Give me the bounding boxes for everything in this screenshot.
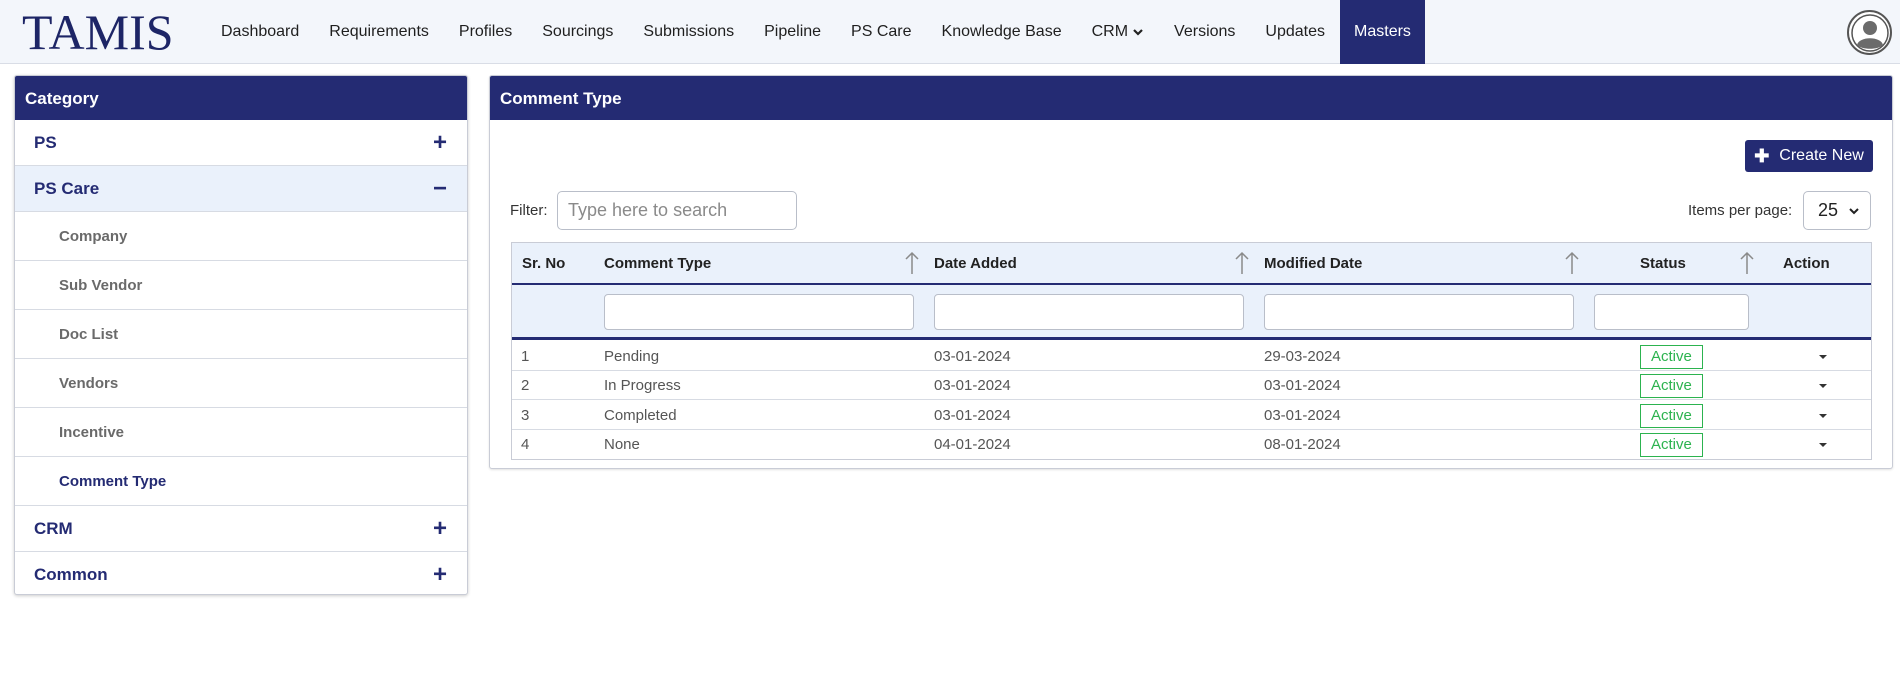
cell-comment-type: None [604, 436, 640, 453]
nav-submissions[interactable]: Submissions [628, 0, 749, 64]
nav-sourcings[interactable]: Sourcings [527, 0, 628, 64]
cell-date-added: 04-01-2024 [934, 436, 1011, 453]
chevron-down-icon [1133, 29, 1143, 36]
category-crm[interactable]: CRM + [15, 506, 467, 552]
user-avatar[interactable] [1847, 10, 1892, 55]
cell-comment-type: Completed [604, 407, 677, 424]
table-row: 1 Pending 03-01-2024 29-03-2024 Active [512, 342, 1871, 371]
header-comment-type[interactable]: Comment Type [604, 243, 711, 283]
comment-type-panel: Comment Type ✚ Create New Filter: Items … [489, 75, 1893, 469]
cell-modified-date: 08-01-2024 [1264, 436, 1341, 453]
action-dropdown-icon[interactable] [1819, 413, 1827, 418]
sort-arrow-icon[interactable] [1565, 251, 1579, 275]
status-badge: Active [1640, 344, 1703, 369]
column-filter-row [512, 285, 1871, 340]
nav-crm[interactable]: CRM [1077, 0, 1159, 64]
cell-sr-no: 3 [521, 407, 530, 424]
table-header: Sr. No Comment Type Date Added Modified … [512, 243, 1871, 285]
create-new-label: Create New [1779, 147, 1864, 164]
status-badge: Active [1640, 373, 1703, 398]
modified-date-filter-input[interactable] [1264, 294, 1574, 330]
items-per-page-label: Items per page: [1688, 202, 1793, 219]
status-filter-input[interactable] [1594, 294, 1749, 330]
status-badge: Active [1640, 432, 1703, 457]
nav-ps-care[interactable]: PS Care [836, 0, 926, 64]
cell-modified-date: 29-03-2024 [1264, 348, 1341, 365]
items-per-page-select[interactable]: 25 [1803, 191, 1871, 230]
plus-icon: + [432, 128, 447, 156]
sub-item-sub-vendor[interactable]: Sub Vendor [15, 261, 467, 310]
sub-item-vendors[interactable]: Vendors [15, 359, 467, 408]
category-label: Common [34, 564, 108, 584]
nav-knowledge-base[interactable]: Knowledge Base [927, 0, 1077, 64]
header-status[interactable]: Status [1640, 243, 1686, 283]
category-ps[interactable]: PS + [15, 120, 467, 166]
comment-type-filter-input[interactable] [604, 294, 914, 330]
header-sr-no: Sr. No [522, 254, 566, 272]
create-new-button[interactable]: ✚ Create New [1745, 140, 1873, 172]
header-action: Action [1783, 254, 1830, 272]
sub-item-doc-list[interactable]: Doc List [15, 310, 467, 359]
app-logo[interactable]: TAMIS [22, 6, 174, 58]
cell-comment-type: Pending [604, 348, 660, 365]
category-panel: Category PS + PS Care − Company Sub Vend… [14, 75, 468, 595]
cell-comment-type: In Progress [604, 377, 681, 394]
main-menu: Dashboard Requirements Profiles Sourcing… [206, 0, 1425, 64]
table-row: 2 In Progress 03-01-2024 03-01-2024 Acti… [512, 371, 1871, 400]
sort-arrow-icon[interactable] [1235, 251, 1249, 275]
status-badge: Active [1640, 403, 1703, 428]
nav-masters[interactable]: Masters [1340, 0, 1425, 64]
cell-sr-no: 1 [521, 348, 530, 365]
date-added-filter-input[interactable] [934, 294, 1244, 330]
cell-sr-no: 2 [521, 377, 530, 394]
nav-requirements[interactable]: Requirements [314, 0, 444, 64]
header-modified-date[interactable]: Modified Date [1264, 243, 1362, 283]
user-icon [1850, 13, 1889, 52]
sub-item-company[interactable]: Company [15, 212, 467, 261]
plus-icon: + [432, 560, 447, 588]
plus-icon: ✚ [1754, 145, 1770, 166]
plus-icon: + [432, 514, 447, 542]
cell-date-added: 03-01-2024 [934, 377, 1011, 394]
category-title: Category [15, 76, 467, 120]
nav-pipeline[interactable]: Pipeline [749, 0, 836, 64]
cell-modified-date: 03-01-2024 [1264, 377, 1341, 394]
cell-date-added: 03-01-2024 [934, 407, 1011, 424]
items-per-page-value: 25 [1818, 200, 1839, 220]
comment-type-table: Sr. No Comment Type Date Added Modified … [511, 242, 1872, 460]
category-label: PS Care [34, 178, 100, 198]
category-label: PS [34, 132, 57, 152]
sort-arrow-icon[interactable] [1740, 251, 1754, 275]
action-dropdown-icon[interactable] [1819, 383, 1827, 388]
cell-sr-no: 4 [521, 436, 530, 453]
category-ps-care[interactable]: PS Care − [15, 166, 467, 212]
sort-arrow-icon[interactable] [905, 251, 919, 275]
action-dropdown-icon[interactable] [1819, 354, 1827, 359]
chevron-down-icon [1849, 207, 1859, 214]
search-input[interactable] [557, 191, 797, 230]
table-row: 4 None 04-01-2024 08-01-2024 Active [512, 430, 1871, 459]
sub-item-comment-type[interactable]: Comment Type [15, 457, 467, 506]
nav-updates[interactable]: Updates [1250, 0, 1340, 64]
filter-label: Filter: [510, 202, 548, 219]
nav-versions[interactable]: Versions [1159, 0, 1250, 64]
nav-profiles[interactable]: Profiles [444, 0, 527, 64]
header-date-added[interactable]: Date Added [934, 243, 1017, 283]
minus-icon: − [432, 174, 447, 202]
page-title: Comment Type [490, 76, 1892, 120]
sub-item-incentive[interactable]: Incentive [15, 408, 467, 457]
cell-modified-date: 03-01-2024 [1264, 407, 1341, 424]
table-row: 3 Completed 03-01-2024 03-01-2024 Active [512, 401, 1871, 430]
category-label: CRM [34, 518, 73, 538]
nav-dashboard[interactable]: Dashboard [206, 0, 314, 64]
top-nav: TAMIS Dashboard Requirements Profiles So… [0, 0, 1900, 64]
category-common[interactable]: Common + [15, 552, 467, 594]
cell-date-added: 03-01-2024 [934, 348, 1011, 365]
action-dropdown-icon[interactable] [1819, 442, 1827, 447]
nav-crm-label: CRM [1091, 23, 1129, 40]
